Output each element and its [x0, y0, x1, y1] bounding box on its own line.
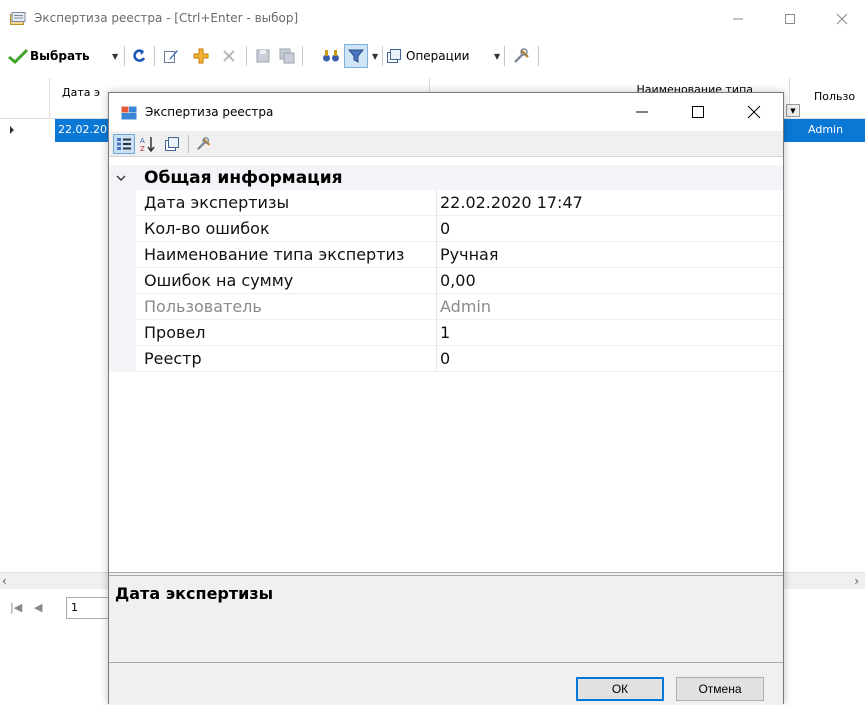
property-row-performed[interactable]: Провел 1	[109, 320, 783, 346]
delete-button[interactable]	[218, 44, 240, 68]
settings-icon	[514, 48, 529, 63]
cancel-button[interactable]: Отмена	[676, 677, 764, 701]
property-pages-button[interactable]	[161, 134, 183, 154]
property-value[interactable]: Ручная	[440, 245, 498, 264]
property-row-type-name[interactable]: Наименование типа экспертиз Ручная	[109, 242, 783, 268]
pager: |◀ ◀ 1	[0, 595, 110, 623]
sort-alpha-icon: AZ	[140, 137, 155, 152]
delete-icon	[223, 50, 235, 62]
grid-cell-date[interactable]: 22.02.20	[55, 119, 110, 142]
grid-header-filter-dropdown[interactable]: ▼	[786, 104, 800, 117]
save-button[interactable]	[252, 44, 274, 68]
sort-alphabetical-button[interactable]: AZ	[137, 134, 159, 154]
property-value[interactable]: 22.02.2020 17:47	[440, 193, 583, 212]
current-row-marker-icon	[10, 126, 14, 134]
page-number-input[interactable]: 1	[66, 597, 110, 619]
svg-text:A: A	[140, 137, 145, 145]
property-value: Admin	[440, 297, 491, 316]
add-icon	[193, 48, 209, 64]
select-button[interactable]: Выбрать	[8, 44, 90, 68]
grid-cell-user[interactable]: Admin	[784, 119, 865, 142]
property-row-errors-count[interactable]: Кол-во ошибок 0	[109, 216, 783, 242]
refresh-button[interactable]	[128, 44, 150, 68]
property-value[interactable]: 0	[440, 349, 450, 368]
property-pages-icon	[165, 137, 179, 151]
svg-text:Z: Z	[140, 145, 145, 152]
main-window-title: Экспертиза реестра - [Ctrl+Enter - выбор…	[34, 11, 299, 25]
property-name: Наименование типа экспертиз	[144, 245, 405, 264]
dialog-titlebar: Экспертиза реестра	[109, 93, 783, 131]
main-toolbar: Выбрать ▼ ▼ Операции ▼	[0, 38, 865, 74]
property-name: Кол-во ошибок	[144, 219, 270, 238]
dialog-maximize-button[interactable]	[675, 97, 721, 127]
dialog-title: Экспертиза реестра	[145, 105, 274, 119]
minimize-button[interactable]	[715, 4, 761, 34]
first-page-icon[interactable]: |◀	[10, 601, 22, 614]
categorized-button[interactable]	[113, 134, 135, 154]
properties-dialog: Экспертиза реестра AZ Общая информация Д…	[108, 92, 784, 705]
window-icon	[10, 12, 26, 26]
property-value[interactable]: 0,00	[440, 271, 476, 290]
edit-button[interactable]	[160, 44, 182, 68]
maximize-button[interactable]	[767, 4, 813, 34]
ok-button[interactable]: ОК	[576, 677, 664, 701]
operations-button-label: Операции	[406, 49, 470, 63]
maximize-icon	[785, 14, 795, 24]
category-label: Общая информация	[144, 168, 343, 188]
description-title: Дата экспертизы	[115, 584, 274, 603]
save-all-button[interactable]	[276, 44, 298, 68]
property-name: Провел	[144, 323, 206, 342]
filter-button[interactable]	[344, 44, 368, 68]
property-row-errors-sum[interactable]: Ошибок на сумму 0,00	[109, 268, 783, 294]
select-button-label: Выбрать	[30, 49, 90, 63]
scroll-left-arrow-icon[interactable]: ‹	[2, 573, 7, 589]
property-value[interactable]: 0	[440, 219, 450, 238]
property-value[interactable]: 1	[440, 323, 450, 342]
filter-icon	[348, 49, 364, 63]
minimize-icon	[636, 111, 648, 113]
operations-button[interactable]: Операции	[386, 44, 469, 68]
filter-dropdown-arrow[interactable]: ▼	[372, 44, 378, 68]
previous-page-icon[interactable]: ◀	[34, 601, 42, 614]
close-icon	[836, 13, 848, 25]
description-panel: Дата экспертизы	[109, 575, 783, 663]
property-name: Пользователь	[144, 297, 262, 316]
dialog-window-icon	[121, 106, 137, 120]
close-icon	[747, 105, 761, 119]
edit-icon	[164, 50, 178, 63]
select-dropdown-arrow[interactable]: ▼	[112, 44, 118, 68]
property-grid: Общая информация Дата экспертизы 22.02.2…	[109, 157, 783, 573]
minimize-icon	[733, 18, 743, 20]
operations-dropdown-arrow[interactable]: ▼	[494, 44, 500, 68]
property-row-user: Пользователь Admin	[109, 294, 783, 320]
settings-button[interactable]	[510, 44, 534, 68]
checkmark-icon	[8, 48, 28, 64]
close-button[interactable]	[819, 4, 865, 34]
categorized-icon	[117, 138, 131, 150]
maximize-icon	[692, 106, 704, 118]
property-row-registry[interactable]: Реестр 0	[109, 346, 783, 372]
property-row-date[interactable]: Дата экспертизы 22.02.2020 17:47	[109, 190, 783, 216]
find-icon	[323, 50, 339, 62]
settings-icon	[196, 137, 211, 151]
property-grid-toolbar: AZ	[109, 131, 783, 157]
main-titlebar: Экспертиза реестра - [Ctrl+Enter - выбор…	[0, 0, 865, 38]
grid-header-user[interactable]: Пользо	[790, 78, 865, 119]
property-name: Ошибок на сумму	[144, 271, 294, 290]
dialog-close-button[interactable]	[731, 97, 777, 127]
dialog-minimize-button[interactable]	[619, 97, 665, 127]
property-name: Реестр	[144, 349, 202, 368]
category-row[interactable]: Общая информация	[109, 165, 783, 190]
scroll-right-arrow-icon[interactable]: ›	[854, 573, 859, 589]
refresh-icon	[133, 49, 146, 62]
save-all-icon	[279, 48, 295, 64]
add-button[interactable]	[190, 44, 212, 68]
find-button[interactable]	[320, 44, 342, 68]
save-icon	[256, 49, 270, 63]
dialog-footer: ОК Отмена	[109, 665, 783, 705]
operations-icon	[387, 49, 401, 63]
dialog-settings-button[interactable]	[193, 134, 215, 154]
property-name: Дата экспертизы	[144, 193, 290, 212]
chevron-down-icon[interactable]	[116, 172, 126, 182]
